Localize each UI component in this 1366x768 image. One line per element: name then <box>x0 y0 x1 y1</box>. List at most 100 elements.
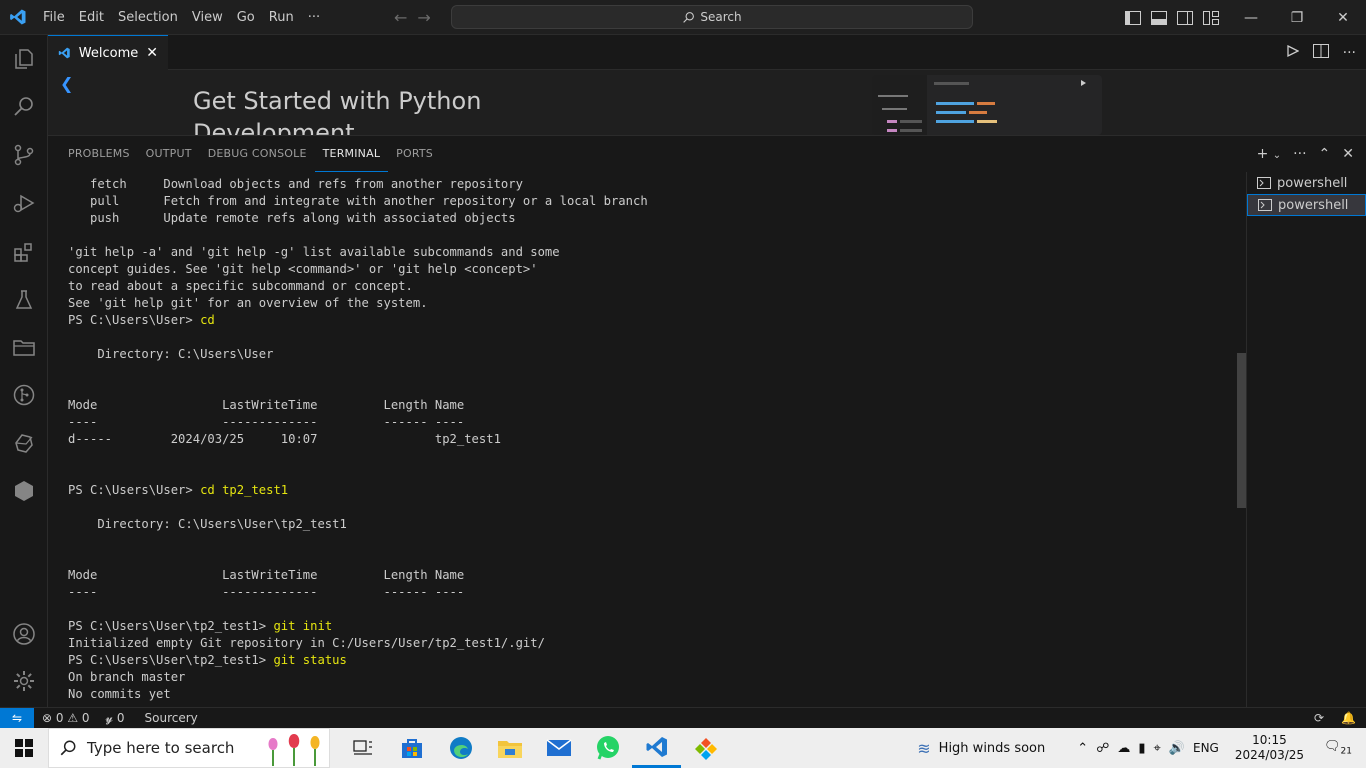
customize-layout-icon[interactable] <box>1202 9 1220 27</box>
clock[interactable]: 10:15 2024/03/25 <box>1227 733 1312 763</box>
onedrive-cloud-icon[interactable]: ☁ <box>1117 741 1130 756</box>
explorer-icon[interactable] <box>0 35 48 83</box>
nav-arrows: ← → <box>394 0 431 35</box>
source-control-icon[interactable] <box>0 131 48 179</box>
manage-gear-icon[interactable] <box>0 657 48 705</box>
sourcery-status[interactable]: Sourcery <box>145 711 198 725</box>
terminal-line: to read about a specific subcommand or c… <box>68 279 413 293</box>
minimize-icon[interactable]: — <box>1228 0 1274 35</box>
terminal-item[interactable]: powershell <box>1247 172 1366 194</box>
vscode-taskbar-icon[interactable] <box>632 728 681 768</box>
panel-tab[interactable]: DEBUG CONSOLE <box>200 136 315 172</box>
hexagon-extension-icon[interactable] <box>0 467 48 515</box>
run-and-debug-icon[interactable] <box>0 179 48 227</box>
notification-count: 21 <box>1340 746 1352 757</box>
terminal-line: Initialized empty Git repository in C:/U… <box>68 636 545 650</box>
terminal-command: cd tp2_test1 <box>200 483 289 497</box>
remote-explorer-icon[interactable] <box>0 323 48 371</box>
microsoft-store-icon[interactable] <box>387 728 436 768</box>
vscode-tab-icon <box>58 47 70 59</box>
gitlens-icon[interactable] <box>0 371 48 419</box>
toggle-secondary-sidebar-icon[interactable] <box>1176 9 1194 27</box>
terminal-line: ---- ------------- ------ ---- <box>68 585 465 599</box>
forward-arrow-icon[interactable]: → <box>417 8 430 27</box>
edge-browser-icon[interactable] <box>436 728 485 768</box>
problems-status[interactable]: ⊗ 0 ⚠ 0 <box>42 711 90 725</box>
panel-tab[interactable]: PORTS <box>388 136 441 172</box>
accounts-icon[interactable] <box>0 610 48 658</box>
notification-center-icon[interactable]: 🗨21 <box>1320 739 1366 757</box>
show-hidden-icons-icon[interactable]: ⌃ <box>1077 741 1088 756</box>
terminal-output[interactable]: fetch Download objects and refs from ano… <box>68 176 1228 706</box>
mail-icon[interactable] <box>534 728 583 768</box>
terminal-item-label: powershell <box>1278 197 1349 213</box>
language-indicator[interactable]: ENG <box>1193 741 1219 755</box>
new-terminal-icon[interactable]: + ⌄ <box>1257 146 1282 162</box>
back-arrow-icon[interactable]: ← <box>394 8 407 27</box>
close-window-icon[interactable]: ✕ <box>1320 0 1366 35</box>
run-icon[interactable] <box>1285 43 1300 62</box>
testing-icon[interactable] <box>0 276 48 324</box>
back-chevron-icon[interactable]: ❮ <box>60 74 73 93</box>
panel-more-icon[interactable]: ··· <box>1293 146 1306 162</box>
menu-item[interactable]: Edit <box>72 0 111 35</box>
sourcery-extension-icon[interactable] <box>0 419 48 467</box>
window-controls: — ❐ ✕ <box>1228 0 1366 35</box>
terminal-line: push Update remote refs along with assoc… <box>68 211 516 225</box>
menu-item[interactable]: File <box>36 0 72 35</box>
wifi-icon[interactable]: ⌖ <box>1153 741 1160 756</box>
chevron-down-icon[interactable]: ⌄ <box>1273 150 1281 161</box>
restore-icon[interactable]: ❐ <box>1274 0 1320 35</box>
taskbar-search[interactable]: Type here to search <box>48 728 330 768</box>
notifications-bell-icon[interactable]: 🔔 <box>1341 711 1356 725</box>
command-center-search[interactable]: Search <box>451 5 973 29</box>
split-editor-icon[interactable] <box>1312 43 1329 62</box>
editor-area: Welcome ✕ ··· ❮ Get Started with Python … <box>48 35 1366 135</box>
windows-start-icon[interactable] <box>0 728 48 768</box>
menu-item[interactable]: Run <box>262 0 301 35</box>
more-actions-icon[interactable]: ··· <box>1343 45 1356 61</box>
history-icon[interactable]: ⟳ <box>1314 711 1324 725</box>
extensions-icon[interactable] <box>0 228 48 276</box>
maximize-panel-icon[interactable]: ⌃ <box>1319 146 1331 162</box>
walkthrough-title: Get Started with Python Development <box>193 87 482 135</box>
search-sidebar-icon[interactable] <box>0 82 48 130</box>
terminal-item-selected[interactable]: powershell <box>1247 194 1366 216</box>
panel-actions: + ⌄ ··· ⌃ ✕ <box>1257 136 1354 172</box>
volume-icon[interactable]: 🔊 <box>1169 741 1185 756</box>
menu-item[interactable]: View <box>185 0 230 35</box>
terminal-scrollbar[interactable] <box>1237 353 1246 508</box>
menu-item[interactable]: Selection <box>111 0 185 35</box>
clock-time: 10:15 <box>1252 733 1287 747</box>
whatsapp-icon[interactable] <box>583 728 632 768</box>
terminal-line: PS C:\Users\User> cd <box>68 312 1228 329</box>
menu-item[interactable]: ··· <box>301 0 327 35</box>
panel-tab[interactable]: PROBLEMS <box>60 136 138 172</box>
terminal-prompt: PS C:\Users\User\tp2_test1> <box>68 619 274 633</box>
task-view-icon[interactable] <box>338 728 387 768</box>
tab-welcome[interactable]: Welcome ✕ <box>48 35 168 70</box>
terminal-command: cd <box>200 313 215 327</box>
file-explorer-icon[interactable] <box>485 728 534 768</box>
weather-wind-icon[interactable]: ≋ <box>917 739 930 758</box>
close-tab-icon[interactable]: ✕ <box>146 45 158 61</box>
terminal-command: git init <box>273 619 333 633</box>
terminal-list: powershell powershell <box>1246 172 1366 708</box>
battery-icon[interactable]: ▮ <box>1138 741 1145 756</box>
weather-text[interactable]: High winds soon <box>939 741 1046 756</box>
menu-item[interactable]: Go <box>230 0 262 35</box>
toggle-primary-sidebar-icon[interactable] <box>1124 9 1142 27</box>
toggle-panel-icon[interactable] <box>1150 9 1168 27</box>
panel-tab[interactable]: OUTPUT <box>138 136 200 172</box>
terminal-command: git status <box>273 653 347 667</box>
remote-indicator-icon[interactable]: ⇋ <box>0 707 34 729</box>
panel-tab[interactable]: TERMINAL <box>314 136 389 172</box>
close-panel-icon[interactable]: ✕ <box>1342 146 1354 162</box>
terminal-line: PS C:\Users\User\tp2_test1> git init <box>68 618 1228 635</box>
ports-status[interactable]: 𝔂 0 <box>106 711 125 726</box>
git-gui-icon[interactable] <box>681 728 730 768</box>
terminal-icon <box>1257 177 1271 189</box>
meet-now-icon[interactable]: ☍ <box>1096 741 1109 756</box>
